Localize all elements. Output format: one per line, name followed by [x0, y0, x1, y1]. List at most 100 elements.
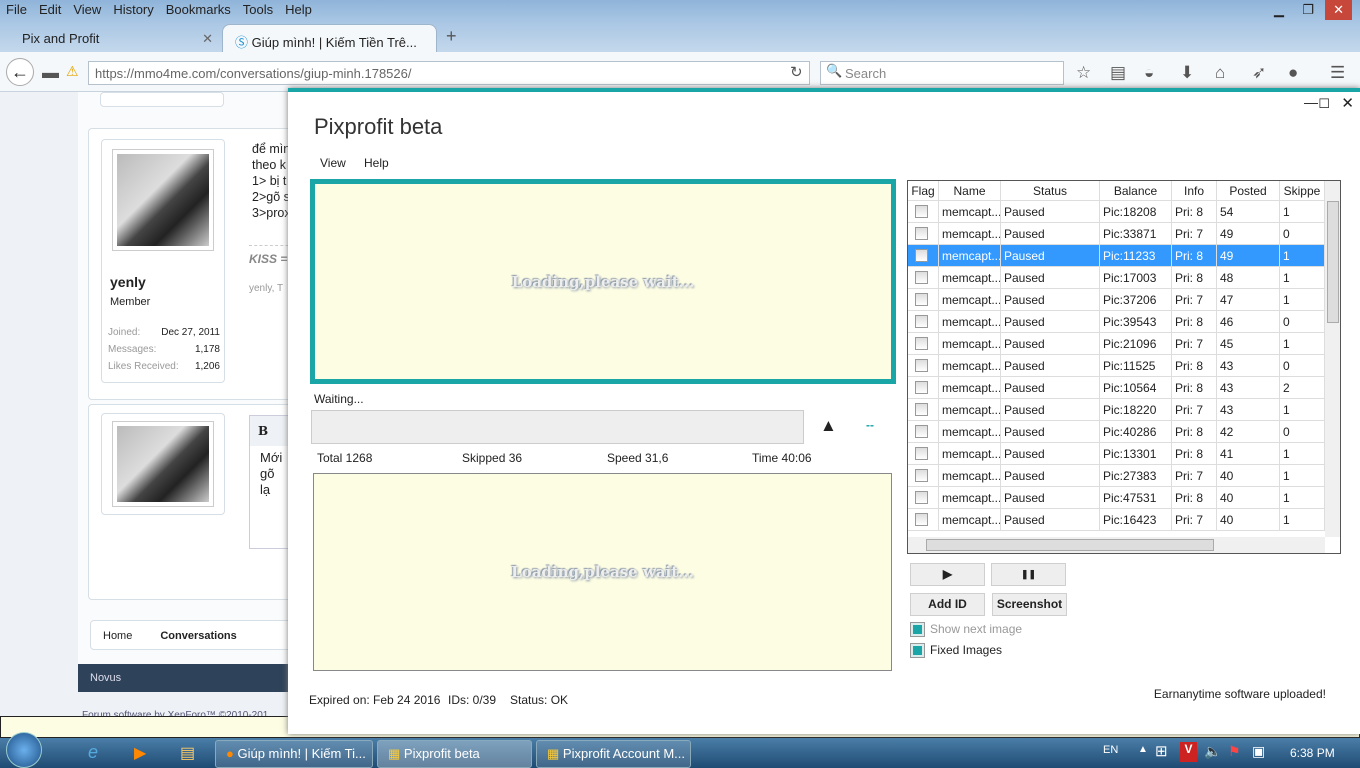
- flag-cell[interactable]: [908, 355, 939, 377]
- flag-cell[interactable]: [908, 377, 939, 399]
- media-player-icon[interactable]: ▶: [134, 743, 146, 763]
- windows-flag-icon[interactable]: ⊞: [1155, 742, 1168, 760]
- column-header[interactable]: Status: [1001, 181, 1100, 201]
- show-hidden-icons[interactable]: ▲: [1138, 744, 1148, 755]
- scrollbar-thumb[interactable]: [926, 539, 1214, 551]
- tab-giup-minh[interactable]: Ⓢ Giúp mình! | Kiếm Tiền Trê...✕: [222, 24, 437, 66]
- flag-checkbox[interactable]: [915, 403, 928, 416]
- breadcrumb-conversations[interactable]: Conversations: [160, 630, 236, 642]
- download-icon[interactable]: ⬇: [1180, 63, 1194, 83]
- warning-lock-icon[interactable]: ⚠: [66, 63, 79, 80]
- search-input[interactable]: Search: [820, 61, 1064, 85]
- column-header[interactable]: Posted: [1217, 181, 1280, 201]
- url-input[interactable]: https://mmo4me.com/conversations/giup-mi…: [88, 61, 810, 85]
- flag-cell[interactable]: [908, 421, 939, 443]
- home-icon[interactable]: ⌂: [1215, 63, 1225, 83]
- column-header[interactable]: Info: [1172, 181, 1217, 201]
- column-header[interactable]: Balance: [1100, 181, 1172, 201]
- hamburger-menu-icon[interactable]: ☰: [1330, 63, 1345, 83]
- menu-bookmarks[interactable]: Bookmarks: [166, 2, 231, 17]
- antivirus-icon[interactable]: V: [1180, 742, 1197, 762]
- flag-checkbox[interactable]: [915, 227, 928, 240]
- flag-checkbox[interactable]: [915, 447, 928, 460]
- flag-checkbox[interactable]: [915, 425, 928, 438]
- column-header[interactable]: Name: [939, 181, 1001, 201]
- explorer-folder-icon[interactable]: ▤: [180, 743, 195, 763]
- taskbar-firefox[interactable]: ● Giúp mình! | Kiếm Ti...: [215, 740, 373, 768]
- username[interactable]: yenly: [110, 274, 146, 290]
- minimize-icon[interactable]: —: [1304, 94, 1318, 110]
- flag-alert-icon[interactable]: ⚑: [1228, 743, 1241, 760]
- flag-cell[interactable]: [908, 487, 939, 509]
- menu-tools[interactable]: Tools: [243, 2, 273, 17]
- maximize-icon[interactable]: ☐: [1318, 96, 1330, 112]
- flag-checkbox[interactable]: [915, 359, 928, 372]
- minimize-icon[interactable]: ▁: [1274, 0, 1284, 20]
- flag-cell[interactable]: [908, 333, 939, 355]
- pause-button[interactable]: ❚❚: [991, 563, 1066, 586]
- app-menu-view[interactable]: View: [320, 156, 346, 170]
- flag-cell[interactable]: [908, 201, 939, 223]
- vertical-scrollbar[interactable]: [1325, 181, 1340, 537]
- menu-help[interactable]: Help: [285, 2, 312, 17]
- network-icon[interactable]: ▣: [1252, 743, 1265, 760]
- back-icon[interactable]: ←: [6, 58, 34, 86]
- likes-summary[interactable]: yenly, T: [249, 283, 283, 294]
- flag-checkbox[interactable]: [915, 381, 928, 394]
- show-next-image-checkbox[interactable]: Show next image: [910, 622, 1022, 638]
- column-header[interactable]: Skippe: [1280, 181, 1325, 201]
- chat-icon[interactable]: ●: [1288, 63, 1298, 83]
- flag-cell[interactable]: [908, 223, 939, 245]
- close-icon[interactable]: ✕: [1341, 94, 1354, 112]
- taskbar-pixprofit-account[interactable]: ▦ Pixprofit Account M...: [536, 740, 691, 768]
- flag-cell[interactable]: [908, 267, 939, 289]
- flag-checkbox[interactable]: [915, 513, 928, 526]
- flag-checkbox[interactable]: [915, 469, 928, 482]
- menu-history[interactable]: History: [113, 2, 153, 17]
- up-arrow-button[interactable]: ▲: [820, 416, 837, 436]
- menu-file[interactable]: File: [6, 2, 27, 17]
- app-menu-help[interactable]: Help: [364, 156, 389, 170]
- flag-cell[interactable]: [908, 399, 939, 421]
- flag-checkbox[interactable]: [915, 491, 928, 504]
- style-chooser[interactable]: Novus: [78, 664, 293, 692]
- horizontal-scrollbar[interactable]: [908, 537, 1325, 553]
- close-icon[interactable]: ✕: [1325, 0, 1352, 20]
- answer-input[interactable]: [311, 410, 804, 444]
- flag-cell[interactable]: [908, 509, 939, 531]
- menu-view[interactable]: View: [73, 2, 101, 17]
- flag-cell[interactable]: [908, 245, 939, 267]
- ie-icon[interactable]: e: [88, 742, 98, 763]
- menu-edit[interactable]: Edit: [39, 2, 61, 17]
- flag-checkbox[interactable]: [915, 337, 928, 350]
- pocket-icon[interactable]: ◒: [1144, 63, 1154, 83]
- volume-icon[interactable]: 🔈: [1204, 743, 1221, 760]
- add-id-button[interactable]: Add ID: [910, 593, 985, 616]
- flag-checkbox[interactable]: [915, 271, 928, 284]
- flag-checkbox[interactable]: [915, 249, 928, 262]
- start-button-icon[interactable]: [6, 732, 42, 768]
- column-header[interactable]: Flag: [908, 181, 939, 201]
- flag-checkbox[interactable]: [915, 293, 928, 306]
- screenshot-button[interactable]: Screenshot: [992, 593, 1067, 616]
- close-tab-icon[interactable]: ✕: [202, 31, 213, 47]
- fixed-images-checkbox[interactable]: Fixed Images: [910, 643, 1002, 659]
- restore-icon[interactable]: ❐: [1302, 0, 1314, 20]
- language-indicator[interactable]: EN: [1103, 744, 1118, 756]
- tab-pix-and-profit[interactable]: Pix and Profit ✕: [10, 24, 225, 52]
- scrollbar-thumb[interactable]: [1327, 201, 1339, 323]
- flag-cell[interactable]: [908, 289, 939, 311]
- reload-icon[interactable]: ↻: [790, 63, 803, 81]
- flag-checkbox[interactable]: [915, 205, 928, 218]
- send-icon[interactable]: ➶: [1252, 63, 1266, 83]
- clock[interactable]: 6:38 PM: [1290, 746, 1335, 760]
- flag-checkbox[interactable]: [915, 315, 928, 328]
- flag-cell[interactable]: [908, 443, 939, 465]
- play-button[interactable]: ▶: [910, 563, 985, 586]
- taskbar-pixprofit-beta[interactable]: ▦ Pixprofit beta: [377, 740, 532, 768]
- bookmark-star-icon[interactable]: ☆: [1076, 63, 1091, 83]
- reading-list-icon[interactable]: ▤: [1110, 63, 1126, 83]
- new-tab-icon[interactable]: +: [446, 26, 457, 47]
- avatar[interactable]: [113, 150, 213, 250]
- breadcrumb-home[interactable]: Home: [103, 630, 132, 642]
